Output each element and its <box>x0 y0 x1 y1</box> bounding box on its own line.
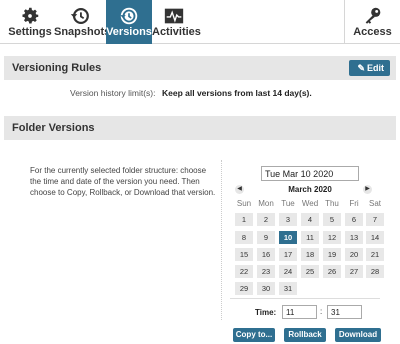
calendar-day[interactable]: 4 <box>301 213 319 226</box>
calendar-day[interactable]: 11 <box>301 231 319 244</box>
calendar-day[interactable]: 13 <box>345 231 363 244</box>
weekday-label: Tue <box>281 199 295 208</box>
edit-button-label: Edit <box>367 63 384 73</box>
calendar-day[interactable]: 29 <box>235 282 253 295</box>
calendar-day[interactable]: 25 <box>301 265 319 278</box>
tab-access-label: Access <box>353 26 392 38</box>
weekday-label: Fri <box>349 199 359 208</box>
calendar-day[interactable]: 24 <box>279 265 297 278</box>
time-colon: : <box>320 307 323 316</box>
weekday-label: Sat <box>368 199 381 208</box>
calendar-day[interactable]: 6 <box>345 213 363 226</box>
rollback-button[interactable]: Rollback <box>284 328 326 342</box>
prev-month-button[interactable]: ◀ <box>235 185 244 194</box>
chevron-left-icon: ◀ <box>237 186 242 192</box>
weekday-label: Mon <box>258 199 274 208</box>
calendar-day[interactable]: 9 <box>257 231 275 244</box>
calendar-day[interactable]: 2 <box>257 213 275 226</box>
tab-snapshots[interactable]: Snapshots <box>54 0 111 44</box>
activity-icon <box>152 0 196 26</box>
calendar-day[interactable]: 19 <box>323 248 341 261</box>
copy-to-button[interactable]: Copy to... <box>233 328 275 342</box>
date-field[interactable] <box>261 166 359 181</box>
tab-access[interactable]: Access <box>344 0 400 44</box>
time-label: Time: <box>255 308 277 317</box>
calendar-day[interactable]: 18 <box>301 248 319 261</box>
calendar-day[interactable]: 5 <box>323 213 341 226</box>
edit-icon: ✎ <box>357 63 365 73</box>
next-month-button[interactable]: ▶ <box>363 185 372 194</box>
chevron-right-icon: ▶ <box>365 186 370 192</box>
calendar-day[interactable]: 20 <box>345 248 363 261</box>
gear-icon <box>6 0 54 26</box>
tab-activities-label: Activities <box>152 26 201 38</box>
weekday-label: Thu <box>325 199 339 208</box>
calendar-day[interactable]: 14 <box>366 231 384 244</box>
calendar-day[interactable]: 15 <box>235 248 253 261</box>
calendar-day[interactable]: 27 <box>345 265 363 278</box>
tab-versions-label: Versions <box>106 26 152 38</box>
folder-versions-title: Folder Versions <box>12 122 95 134</box>
weekday-label: Wed <box>301 199 319 208</box>
key-icon <box>345 0 400 26</box>
calendar-day[interactable]: 28 <box>366 265 384 278</box>
version-limit-label: Version history limit(s): <box>70 88 156 98</box>
calendar-day[interactable]: 1 <box>235 213 253 226</box>
minute-input[interactable] <box>327 305 362 319</box>
calendar-day[interactable]: 12 <box>323 231 341 244</box>
history-icon <box>54 0 106 26</box>
calendar-day[interactable]: 7 <box>366 213 384 226</box>
download-button[interactable]: Download <box>335 328 381 342</box>
calendar-separator <box>230 298 380 299</box>
hour-input[interactable] <box>282 305 317 319</box>
folder-versions-description: For the currently selected folder struct… <box>30 166 216 197</box>
tab-settings-label: Settings <box>8 26 52 38</box>
tab-snapshots-label: Snapshots <box>54 26 111 38</box>
tab-activities[interactable]: Activities <box>152 0 201 44</box>
versions-icon <box>106 0 152 26</box>
calendar-day[interactable]: 26 <box>323 265 341 278</box>
calendar-day[interactable]: 30 <box>257 282 275 295</box>
calendar-day[interactable]: 22 <box>235 265 253 278</box>
weekday-label: Sun <box>236 199 252 208</box>
calendar-day[interactable]: 10 <box>279 231 297 244</box>
calendar-day[interactable]: 8 <box>235 231 253 244</box>
calendar-day[interactable]: 23 <box>257 265 275 278</box>
calendar-day[interactable]: 17 <box>279 248 297 261</box>
calendar-day[interactable]: 21 <box>366 248 384 261</box>
versioning-rules-header: Versioning Rules ✎ Edit <box>4 56 396 80</box>
toolbar: Settings Snapshots Versions Activities A… <box>0 0 400 44</box>
edit-button[interactable]: ✎ Edit <box>349 60 390 76</box>
tab-versions[interactable]: Versions <box>106 0 152 44</box>
versioning-rules-title: Versioning Rules <box>12 62 102 74</box>
calendar-day[interactable]: 16 <box>257 248 275 261</box>
calendar-day[interactable]: 31 <box>279 282 297 295</box>
calendar-month-label: March 2020 <box>288 185 332 194</box>
version-limit-value: Keep all versions from last 14 day(s). <box>162 88 312 98</box>
divider <box>221 160 222 320</box>
folder-versions-header: Folder Versions <box>4 116 396 140</box>
tab-settings[interactable]: Settings <box>6 0 54 44</box>
calendar-day[interactable]: 3 <box>279 213 297 226</box>
